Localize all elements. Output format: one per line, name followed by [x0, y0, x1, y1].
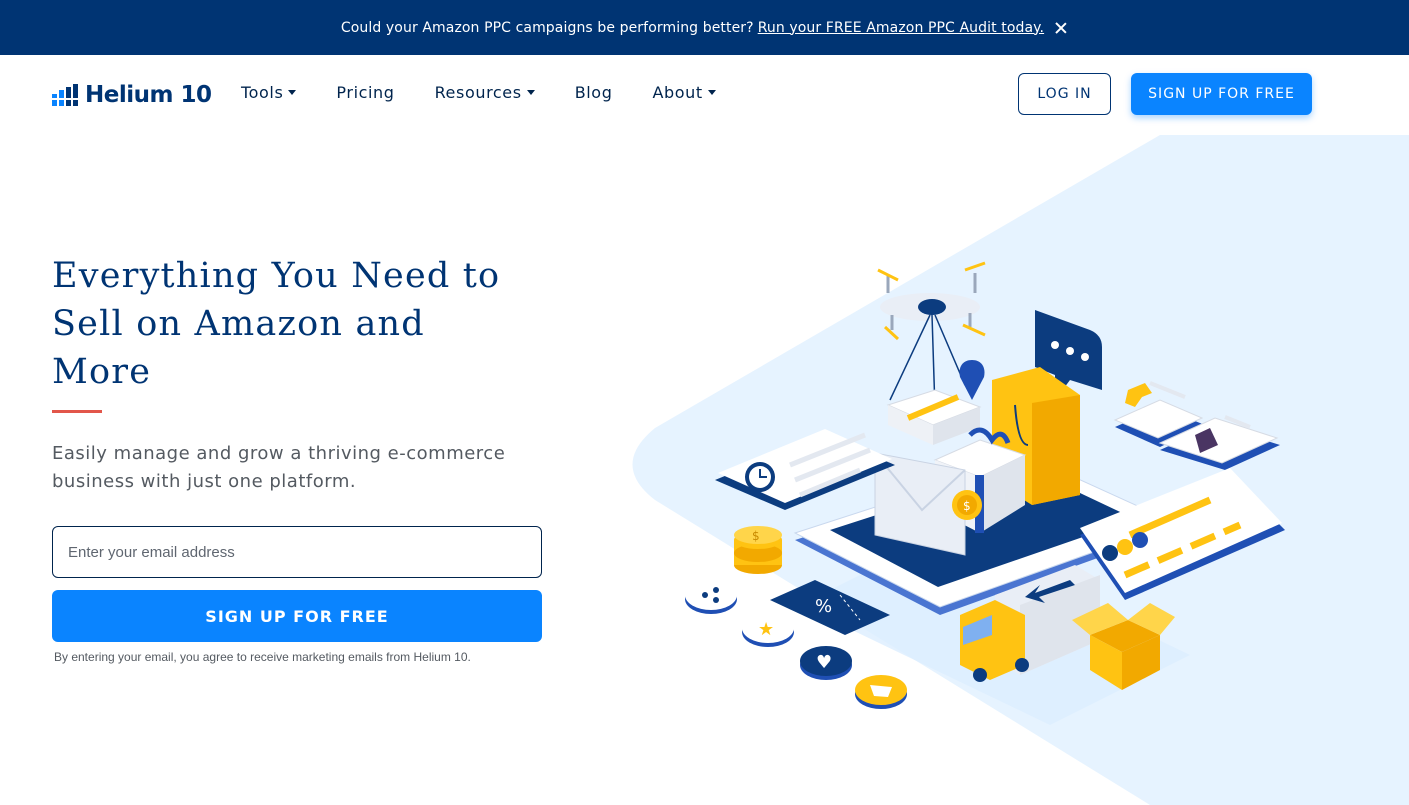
nav-signup-button[interactable]: SIGN UP FOR FREE — [1131, 73, 1312, 115]
nav-item-tools[interactable]: Tools — [241, 83, 297, 102]
nav-item-about[interactable]: About — [652, 83, 716, 102]
close-icon[interactable] — [1054, 21, 1068, 35]
svg-text:♥: ♥ — [816, 652, 832, 673]
nav-item-label: Resources — [434, 83, 522, 102]
package-icon — [886, 389, 982, 445]
cart-badge-icon — [855, 675, 907, 709]
hero-signup-button[interactable]: SIGN UP FOR FREE — [52, 590, 542, 642]
hero-subtext: Easily manage and grow a thriving e-comm… — [52, 443, 506, 492]
coin-icon: $ — [952, 490, 982, 520]
heart-badge-icon: ♥ — [800, 646, 852, 680]
progress-card-icon — [1080, 468, 1285, 600]
nav-item-label: About — [652, 83, 703, 102]
chevron-down-icon — [526, 90, 535, 95]
chevron-down-icon — [288, 90, 297, 95]
nav-item-pricing[interactable]: Pricing — [336, 83, 394, 102]
headline-line: Everything You Need to — [52, 256, 501, 296]
nav-item-resources[interactable]: Resources — [435, 83, 535, 102]
star-badge-icon: ★ — [742, 613, 794, 647]
location-pin-icon — [959, 360, 985, 400]
nav-item-label: Pricing — [336, 83, 395, 102]
nav-item-label: Blog — [574, 83, 613, 102]
hero-headline: Everything You Need to Sell on Amazon an… — [52, 252, 522, 396]
email-input[interactable] — [52, 526, 542, 578]
ecommerce-illustration: $ $ % ★ ♥ — [685, 261, 1285, 725]
svg-text:★: ★ — [758, 619, 774, 640]
headline-line: More — [52, 352, 152, 392]
chevron-down-icon — [707, 90, 716, 95]
promo-audit-link[interactable]: Run your FREE Amazon PPC Audit today. — [758, 20, 1044, 36]
login-button[interactable]: LOG IN — [1018, 73, 1111, 115]
email-disclaimer: By entering your email, you agree to rec… — [54, 650, 471, 664]
main-navigation: Helium 10 Tools Pricing Resources Blog A… — [0, 55, 1409, 135]
headline-accent-divider — [52, 410, 102, 413]
helium10-logo-icon — [52, 84, 78, 106]
promo-text: Could your Amazon PPC campaigns be perfo… — [340, 19, 754, 36]
promo-banner: Could your Amazon PPC campaigns be perfo… — [0, 0, 1409, 55]
document-card-icon — [715, 429, 895, 510]
nav-item-label: Tools — [241, 83, 284, 102]
headline-line: Sell on Amazon and — [52, 304, 425, 344]
svg-text:$: $ — [963, 499, 971, 513]
nav-menu: Tools Pricing Resources Blog About — [241, 83, 756, 102]
svg-text:%: % — [815, 596, 832, 617]
coin-stack-icon: $ — [734, 526, 782, 574]
share-badge-icon — [685, 580, 737, 614]
svg-text:$: $ — [752, 529, 760, 543]
nav-item-blog[interactable]: Blog — [575, 83, 613, 102]
logo-text: Helium 10 — [85, 82, 212, 108]
logo[interactable]: Helium 10 — [52, 82, 212, 108]
